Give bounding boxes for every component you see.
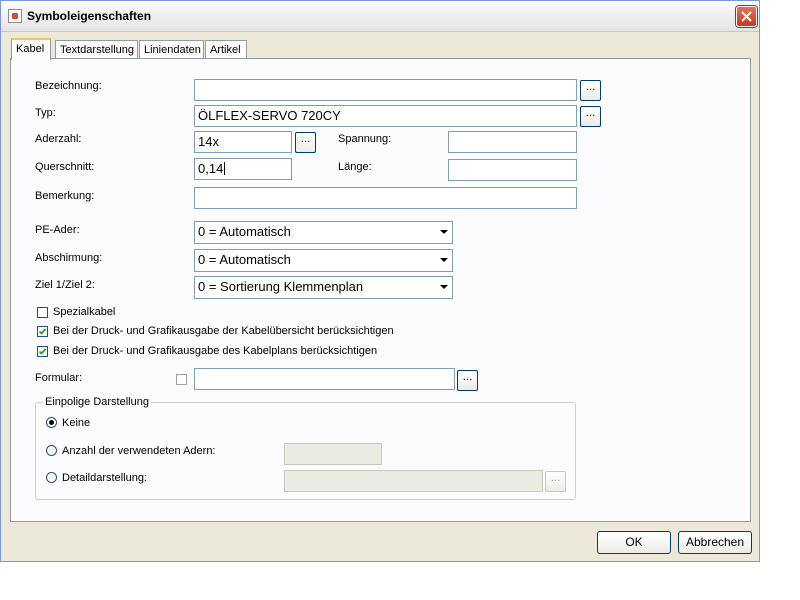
spezialkabel-label: Spezialkabel — [53, 306, 116, 318]
typ-input[interactable]: ÖLFLEX-SERVO 720CY — [194, 105, 577, 127]
anzahl-adern-input[interactable] — [284, 443, 382, 465]
querschnitt-input[interactable]: 0,14 — [194, 158, 292, 180]
radio-keine[interactable] — [46, 417, 57, 428]
radio-detaildarstellung[interactable] — [46, 472, 57, 483]
kabeluebersicht-checkbox[interactable] — [37, 326, 48, 337]
tab-label: Textdarstellung — [60, 44, 134, 56]
typ-label: Typ: — [35, 107, 56, 119]
laenge-input[interactable] — [448, 159, 577, 181]
laenge-label: Länge: — [338, 161, 372, 173]
querschnitt-value: 0,14 — [198, 161, 224, 176]
check-icon — [38, 348, 47, 355]
chevron-down-icon[interactable] — [436, 223, 451, 240]
radio-anzahl-adern[interactable] — [46, 445, 57, 456]
tab-textdarstellung[interactable]: Textdarstellung — [55, 40, 138, 59]
kabelplan-label: Bei der Druck- und Grafikausgabe des Kab… — [53, 345, 378, 357]
ziel-select[interactable]: 0 = Sortierung Klemmenplan — [194, 276, 453, 299]
bemerkung-input[interactable] — [194, 187, 577, 209]
spannung-label: Spannung: — [338, 133, 392, 145]
ziel-value: 0 = Sortierung Klemmenplan — [198, 279, 364, 294]
kabeluebersicht-label: Bei der Druck- und Grafikausgabe der Kab… — [53, 325, 394, 337]
cancel-button[interactable]: Abbrechen — [678, 531, 752, 554]
formular-input[interactable] — [194, 368, 455, 390]
detaildarstellung-browse-button[interactable]: ... — [545, 471, 566, 492]
einpolige-darstellung-title: Einpolige Darstellung — [43, 396, 151, 408]
detaildarstellung-input[interactable] — [284, 470, 543, 492]
aderzahl-label: Aderzahl: — [35, 133, 82, 145]
abschirmung-label: Abschirmung: — [35, 252, 103, 264]
ok-button[interactable]: OK — [597, 531, 671, 554]
radio-keine-label: Keine — [62, 417, 91, 429]
chevron-down-icon[interactable] — [436, 251, 451, 268]
kabelplan-checkbox[interactable] — [37, 346, 48, 357]
bezeichnung-label: Bezeichnung: — [35, 80, 102, 92]
formular-label: Formular: — [35, 372, 83, 384]
spezialkabel-checkbox[interactable] — [37, 307, 48, 318]
ziel-label: Ziel 1/Ziel 2: — [35, 279, 95, 291]
close-button[interactable] — [736, 6, 757, 27]
bemerkung-label: Bemerkung: — [35, 190, 95, 202]
bezeichnung-browse-button[interactable]: ... — [580, 80, 601, 101]
tab-label: Kabel — [16, 43, 45, 55]
spannung-input[interactable] — [448, 131, 577, 153]
pe-ader-select[interactable]: 0 = Automatisch — [194, 221, 453, 244]
pe-ader-label: PE-Ader: — [35, 224, 80, 236]
formular-checkbox[interactable] — [176, 374, 187, 385]
formular-browse-button[interactable]: ... — [457, 370, 478, 391]
pe-ader-value: 0 = Automatisch — [198, 224, 291, 239]
title-bar[interactable]: Symboleigenschaften — [1, 1, 759, 32]
abschirmung-select[interactable]: 0 = Automatisch — [194, 249, 453, 272]
tab-liniendaten[interactable]: Liniendaten — [139, 40, 204, 59]
window-title: Symboleigenschaften — [27, 9, 152, 23]
radio-anzahl-adern-label: Anzahl der verwendeten Adern: — [62, 445, 216, 457]
text-cursor — [224, 162, 226, 175]
querschnitt-label: Querschnitt: — [35, 161, 95, 173]
dialog-window: Symboleigenschaften Kabel Textdarstellun… — [0, 0, 760, 562]
aderzahl-browse-button[interactable]: ... — [295, 132, 316, 153]
app-icon — [8, 9, 22, 23]
tab-artikel[interactable]: Artikel — [205, 40, 247, 59]
chevron-down-icon[interactable] — [436, 278, 451, 295]
bezeichnung-input[interactable] — [194, 79, 577, 101]
radio-detaildarstellung-label: Detaildarstellung: — [62, 472, 147, 484]
tab-label: Liniendaten — [144, 44, 201, 56]
aderzahl-input[interactable]: 14x — [194, 131, 292, 153]
tab-kabel[interactable]: Kabel — [11, 38, 51, 60]
abschirmung-value: 0 = Automatisch — [198, 252, 291, 267]
typ-browse-button[interactable]: ... — [580, 106, 601, 127]
check-icon — [38, 328, 47, 335]
close-icon — [741, 11, 752, 22]
tab-label: Artikel — [210, 44, 241, 56]
